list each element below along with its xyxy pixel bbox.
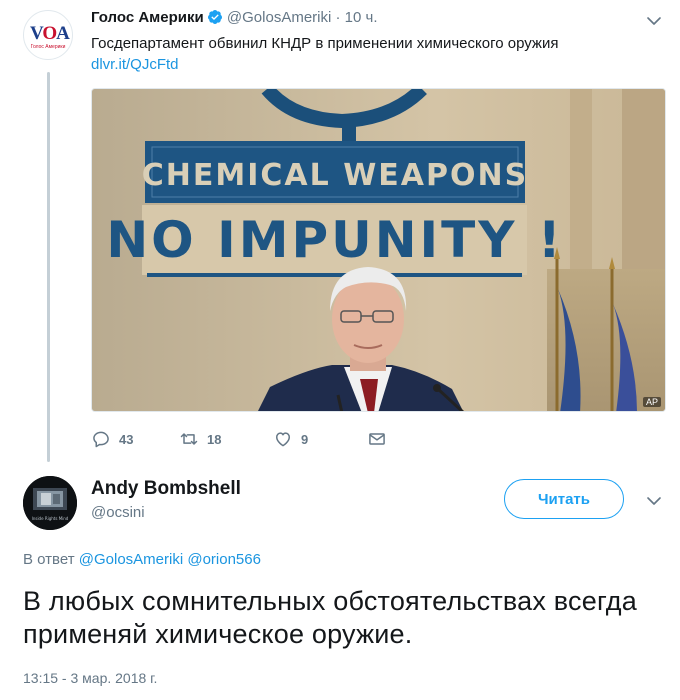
separator-dot: · bbox=[335, 9, 341, 26]
banner-text-impunity: NO IMPUNITY ! bbox=[106, 211, 563, 269]
heart-icon bbox=[276, 432, 290, 447]
reply-icon bbox=[93, 431, 109, 448]
avatar-golos-ameriki[interactable]: VOA Голос Америки bbox=[23, 10, 73, 60]
reply-prefix: В ответ bbox=[23, 551, 75, 568]
avatar-image: Inside Rights Mind bbox=[23, 476, 77, 530]
like-button[interactable]: 9 bbox=[273, 428, 308, 450]
mention-golosameriki[interactable]: @GolosAmeriki bbox=[79, 551, 183, 568]
verified-badge-icon bbox=[207, 10, 222, 24]
reply-button[interactable]: 43 bbox=[91, 428, 133, 450]
photo-illustration: CHEMICAL WEAPONS NO IMPUNITY ! bbox=[92, 89, 665, 411]
follow-button[interactable]: Читать bbox=[504, 479, 624, 519]
voa-logo-subtitle: Голос Америки bbox=[30, 44, 66, 50]
direct-message-button[interactable] bbox=[367, 428, 387, 450]
mention-orion566[interactable]: @orion566 bbox=[187, 551, 261, 568]
tweet-link[interactable]: dlvr.it/QJcFtd bbox=[91, 56, 179, 73]
avatar-caption: Inside Rights Mind bbox=[32, 516, 69, 521]
tweet-actions: 43 18 9 bbox=[91, 428, 411, 450]
retweet-count: 18 bbox=[207, 431, 222, 447]
voa-logo: VOA bbox=[30, 23, 70, 44]
author-handle[interactable]: @GolosAmeriki bbox=[227, 9, 331, 26]
reply-author-handle[interactable]: @ocsini bbox=[91, 504, 145, 521]
retweet-icon bbox=[180, 433, 198, 445]
avatar-andy-bombshell[interactable]: Inside Rights Mind bbox=[23, 476, 77, 530]
chevron-down-icon[interactable] bbox=[645, 12, 663, 30]
banner-text-chemical: CHEMICAL WEAPONS bbox=[142, 158, 528, 193]
reply-timestamp[interactable]: 13:15 - 3 мар. 2018 г. bbox=[23, 670, 157, 686]
chevron-down-icon[interactable] bbox=[645, 492, 663, 510]
thread-connector-line bbox=[47, 72, 50, 462]
parent-tweet-header: Голос Америки @GolosAmeriki · 10 ч. bbox=[91, 9, 378, 26]
tweet-photo[interactable]: CHEMICAL WEAPONS NO IMPUNITY ! AP bbox=[91, 88, 666, 412]
reply-author-name[interactable]: Andy Bombshell bbox=[91, 478, 241, 500]
like-count: 9 bbox=[301, 431, 309, 447]
envelope-icon bbox=[369, 433, 385, 445]
reply-tweet-text: В любых сомнительных обстоятельствах все… bbox=[23, 586, 637, 649]
parent-tweet-text: Госдепартамент обвинил КНДР в применении… bbox=[91, 35, 559, 52]
reply-count: 43 bbox=[119, 431, 134, 447]
retweet-button[interactable]: 18 bbox=[179, 428, 221, 450]
author-name[interactable]: Голос Америки bbox=[91, 9, 204, 26]
tweet-time[interactable]: 10 ч. bbox=[345, 9, 378, 26]
reply-context: В ответ @GolosAmeriki @orion566 bbox=[23, 551, 261, 568]
photo-credit: AP bbox=[642, 397, 661, 407]
